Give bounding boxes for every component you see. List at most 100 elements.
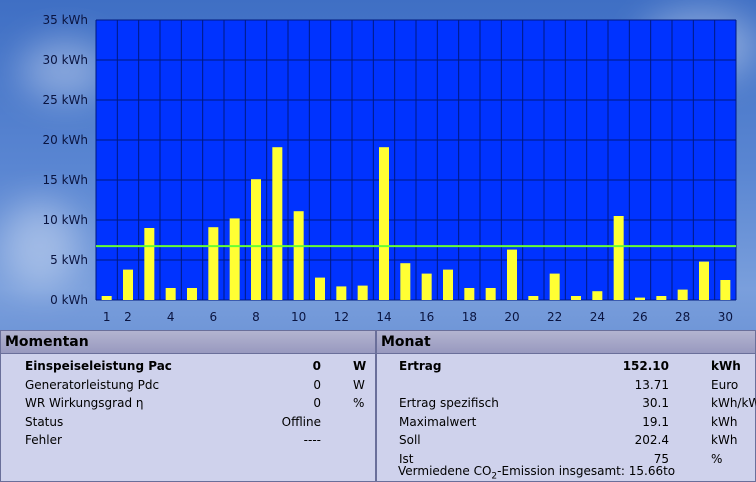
momentan-value: ---- bbox=[303, 433, 321, 447]
y-tick-label: 15 kWh bbox=[42, 173, 88, 187]
bar-day-5 bbox=[187, 288, 197, 300]
bar-day-22 bbox=[549, 273, 560, 300]
x-tick-label: 24 bbox=[590, 310, 605, 324]
monat-unit: kWh bbox=[711, 414, 738, 429]
y-tick-label: 10 kWh bbox=[42, 213, 88, 227]
bar-day-10 bbox=[293, 211, 304, 300]
momentan-value: 0 bbox=[312, 359, 321, 373]
x-tick-label: 1 bbox=[103, 310, 111, 324]
bar-day-14 bbox=[379, 147, 389, 300]
x-tick-label: 8 bbox=[252, 310, 260, 324]
bar-day-7 bbox=[229, 218, 240, 300]
bar-day-2 bbox=[123, 269, 133, 300]
bar-day-3 bbox=[144, 228, 155, 300]
monat-row: Ertrag spezifisch 30.1 kWh/kWp bbox=[377, 394, 756, 412]
chart-svg: 0 kWh 5 kWh 10 kWh 15 kWh 20 kWh 25 kWh 30 kWh… bbox=[42, 13, 737, 324]
momentan-value: 0 bbox=[313, 377, 321, 392]
momentan-value: 0 bbox=[313, 396, 321, 410]
bar-day-19 bbox=[485, 288, 496, 300]
momentan-label: WR Wirkungsgrad η bbox=[25, 396, 144, 410]
y-tick-label: 30 kWh bbox=[42, 53, 88, 67]
bar-day-26 bbox=[635, 297, 645, 300]
co2-suffix: -Emission insgesamt: 15.66to bbox=[497, 464, 676, 478]
momentan-row: Einspeiseleistung Pac 0 W bbox=[1, 357, 375, 375]
x-tick-label: 26 bbox=[632, 310, 647, 324]
y-tick-label: 0 kWh bbox=[50, 293, 88, 307]
monat-row: Ertrag 152.10 kWh bbox=[377, 357, 755, 375]
x-tick-label: 6 bbox=[210, 310, 218, 324]
bar-day-4 bbox=[165, 288, 176, 300]
monat-unit: % bbox=[711, 451, 723, 466]
momentan-panel: Momentan Einspeiseleistung Pac 0 W Generato… bbox=[0, 330, 376, 482]
bar-day-30 bbox=[720, 280, 731, 300]
monat-title: Monat bbox=[377, 331, 755, 354]
x-tick-label: 18 bbox=[462, 310, 477, 324]
momentan-row: WR Wirkungsgrad η 0% bbox=[1, 394, 375, 412]
x-tick-label: 20 bbox=[504, 310, 519, 324]
momentan-label: Einspeiseleistung Pac bbox=[25, 359, 172, 373]
bar-day-13 bbox=[357, 285, 368, 300]
y-tick-label: 20 kWh bbox=[42, 133, 88, 147]
bar-day-25 bbox=[613, 216, 624, 300]
monat-unit: kWh bbox=[711, 359, 741, 373]
bar-day-15 bbox=[400, 263, 411, 300]
bar-day-9 bbox=[272, 147, 283, 300]
monat-row: Maximalwert 19.1 kWh bbox=[377, 413, 755, 431]
x-tick-label: 2 bbox=[124, 310, 132, 324]
monat-label: Maximalwert bbox=[399, 414, 477, 429]
bar-day-16 bbox=[421, 273, 432, 300]
momentan-unit: W bbox=[353, 377, 365, 392]
bar-day-28 bbox=[677, 289, 688, 300]
monat-row: 13.71 Euro bbox=[377, 376, 755, 394]
bar-day-18 bbox=[464, 288, 475, 300]
x-tick-label: 16 bbox=[419, 310, 434, 324]
x-tick-label: 4 bbox=[167, 310, 175, 324]
x-tick-label: 14 bbox=[376, 310, 391, 324]
momentan-row: Status Offline bbox=[1, 413, 375, 431]
bar-day-21 bbox=[528, 296, 539, 300]
monat-value: 19.1 bbox=[642, 414, 669, 429]
momentan-label: Status bbox=[25, 414, 64, 429]
momentan-label: Fehler bbox=[25, 433, 62, 447]
bar-day-20 bbox=[507, 249, 517, 300]
momentan-value: Offline bbox=[281, 414, 321, 429]
monat-value: 202.4 bbox=[634, 433, 669, 447]
y-tick-label: 35 kWh bbox=[42, 13, 88, 27]
bar-day-8 bbox=[251, 179, 261, 300]
y-tick-label: 25 kWh bbox=[42, 93, 88, 107]
y-tick-label: 5 kWh bbox=[50, 253, 88, 267]
monat-value: 30.1 bbox=[642, 396, 669, 410]
bar-day-12 bbox=[336, 286, 347, 300]
x-tick-label: 10 bbox=[291, 310, 306, 324]
bar-day-29 bbox=[699, 261, 709, 300]
monat-value: 152.10 bbox=[622, 359, 669, 373]
momentan-row: Fehler ---- bbox=[1, 431, 375, 449]
monat-row: Soll 202.4 kWh bbox=[377, 431, 755, 449]
monat-unit: kWh bbox=[711, 433, 738, 447]
bar-day-1 bbox=[101, 296, 112, 300]
daily-yield-chart: 0 kWh 5 kWh 10 kWh 15 kWh 20 kWh 25 kWh 30 kWh… bbox=[0, 0, 756, 330]
monat-unit: kWh/kWp bbox=[711, 396, 756, 410]
co2-emission-text: Vermiedene CO2-Emission insgesamt: 15.66… bbox=[398, 464, 675, 481]
momentan-unit: % bbox=[353, 396, 365, 410]
monat-label: Ertrag spezifisch bbox=[399, 396, 499, 410]
monat-unit: Euro bbox=[711, 377, 739, 392]
bar-day-23 bbox=[571, 296, 581, 300]
bar-day-17 bbox=[443, 269, 453, 300]
bar-day-27 bbox=[656, 296, 667, 300]
bar-day-6 bbox=[208, 227, 219, 300]
monat-label: Soll bbox=[399, 433, 421, 447]
bar-day-11 bbox=[315, 277, 325, 300]
momentan-row: Generatorleistung Pdc 0 W bbox=[1, 376, 375, 394]
monat-panel: Monat Ertrag 152.10 kWh 13.71 Euro Ertrag spe… bbox=[376, 330, 756, 482]
x-tick-label: 28 bbox=[675, 310, 690, 324]
momentan-title: Momentan bbox=[1, 331, 375, 354]
co2-prefix: Vermiedene CO bbox=[398, 464, 492, 478]
monat-value: 13.71 bbox=[634, 377, 669, 392]
monat-label: Ertrag bbox=[399, 359, 442, 373]
momentan-unit: W bbox=[353, 359, 367, 373]
momentan-label: Generatorleistung Pdc bbox=[25, 377, 160, 392]
bar-day-24 bbox=[592, 291, 603, 300]
x-tick-label: 22 bbox=[547, 310, 562, 324]
x-tick-label: 12 bbox=[334, 310, 349, 324]
